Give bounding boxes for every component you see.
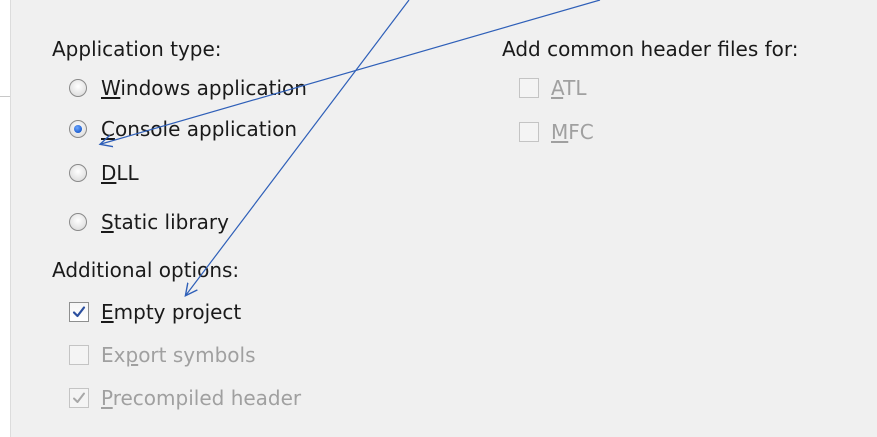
checkbox-label: MFC: [551, 120, 594, 144]
radio-label: Static library: [101, 210, 229, 234]
radio-button-icon: [69, 164, 87, 182]
radio-label: Console application: [101, 117, 298, 141]
radio-label: DLL: [101, 161, 139, 185]
checkbox-label: Precompiled header: [101, 386, 302, 410]
checkbox-precompiled-header[interactable]: Precompiled header: [69, 383, 301, 413]
additional-options-label: Additional options:: [52, 258, 240, 282]
common-header-files-label: Add common header files for:: [502, 37, 799, 61]
checkbox-label: ATL: [551, 76, 587, 100]
panel-divider-tick: [0, 96, 10, 97]
checkbox-export-symbols[interactable]: Export symbols: [69, 340, 256, 370]
radio-button-icon: [69, 213, 87, 231]
checkbox-unchecked-icon: [69, 345, 89, 365]
checkbox-checked-disabled-icon: [69, 388, 89, 408]
radio-label: Windows application: [101, 76, 307, 100]
checkbox-unchecked-icon: [519, 122, 539, 142]
checkbox-label: Empty project: [101, 300, 242, 324]
checkbox-checked-icon: [69, 302, 89, 322]
radio-button-icon: [69, 79, 87, 97]
checkbox-label: Export symbols: [101, 343, 256, 367]
radio-console-application[interactable]: Console application: [69, 114, 297, 144]
checkbox-atl[interactable]: ATL: [519, 73, 587, 103]
radio-dll[interactable]: DLL: [69, 158, 139, 188]
radio-button-selected-icon: [69, 120, 87, 138]
application-type-label: Application type:: [52, 37, 222, 61]
checkbox-mfc[interactable]: MFC: [519, 117, 594, 147]
checkbox-empty-project[interactable]: Empty project: [69, 297, 241, 327]
radio-windows-application[interactable]: Windows application: [69, 73, 307, 103]
radio-static-library[interactable]: Static library: [69, 207, 229, 237]
checkbox-unchecked-icon: [519, 78, 539, 98]
